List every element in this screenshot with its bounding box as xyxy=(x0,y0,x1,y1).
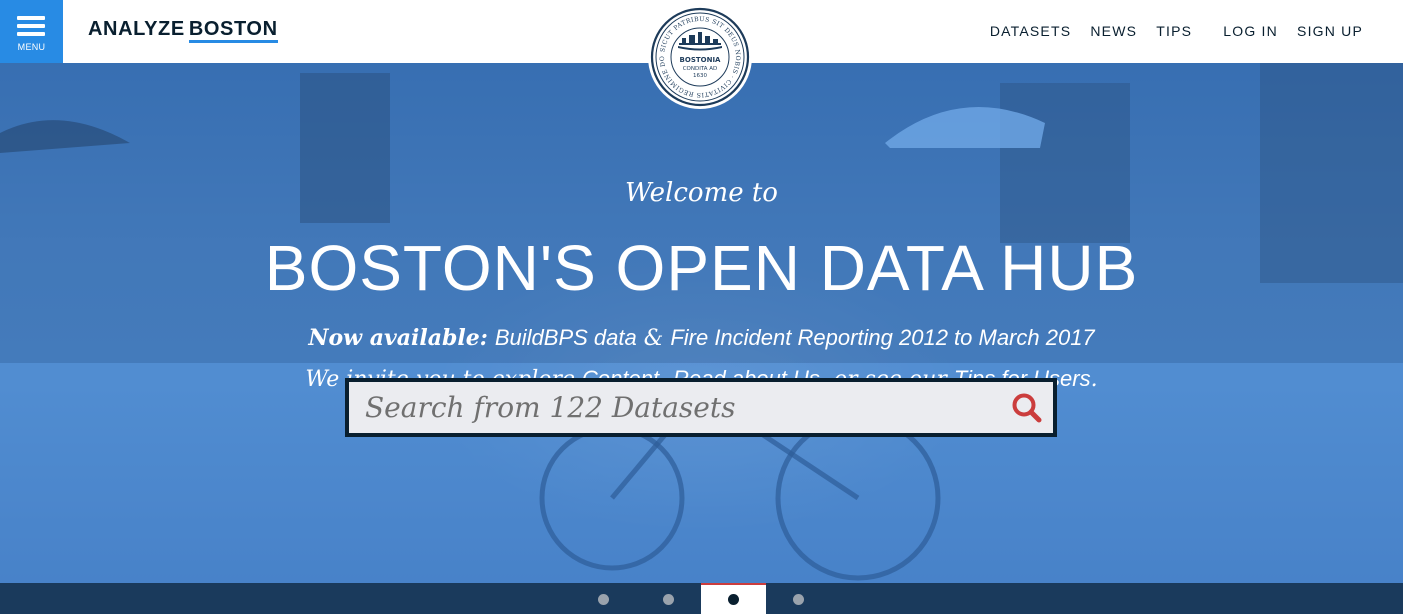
hero-banner: Welcome to BOSTON'S OPEN DATA HUB Now av… xyxy=(0,63,1403,583)
seal-center-line2: CONDITA AD xyxy=(683,66,718,72)
menu-label: MENU xyxy=(17,42,46,52)
dataset-search xyxy=(345,378,1057,437)
city-seal[interactable]: SICUT PATRIBUS SIT DEUS NOBIS · CIVITATI… xyxy=(648,5,752,109)
buildbps-link[interactable]: BuildBPS data xyxy=(495,325,637,350)
announce-lead: Now available: xyxy=(308,325,488,351)
page-title: BOSTON'S OPEN DATA HUB xyxy=(264,232,1139,304)
hero-background-photo xyxy=(0,63,1403,583)
announce-amp: & xyxy=(643,326,664,351)
search-button[interactable] xyxy=(1009,390,1045,426)
hamburger-icon xyxy=(17,16,45,40)
carousel-dot-3[interactable] xyxy=(701,583,766,614)
nav-datasets[interactable]: DATASETS xyxy=(990,23,1071,39)
nav-tips[interactable]: TIPS xyxy=(1156,23,1192,39)
welcome-text: Welcome to xyxy=(625,178,778,208)
announcement-line: Now available: BuildBPS data & Fire Inci… xyxy=(0,325,1403,351)
carousel-dot-2[interactable] xyxy=(636,583,701,614)
search-input[interactable] xyxy=(349,382,1053,433)
main-nav: DATASETS NEWS TIPS LOG IN SIGN UP xyxy=(990,23,1363,39)
nav-log-in[interactable]: LOG IN xyxy=(1223,23,1278,39)
nav-news[interactable]: NEWS xyxy=(1090,23,1137,39)
carousel-dot-1[interactable] xyxy=(571,583,636,614)
brand-boston: BOSTON xyxy=(188,18,278,43)
city-seal-icon: SICUT PATRIBUS SIT DEUS NOBIS · CIVITATI… xyxy=(648,5,750,107)
carousel-dot-4[interactable] xyxy=(766,583,831,614)
menu-button[interactable]: MENU xyxy=(0,0,63,63)
carousel-pagination xyxy=(0,583,1403,614)
seal-center-year: 1630 xyxy=(693,73,707,79)
search-icon xyxy=(1012,393,1042,423)
invite-end: . xyxy=(1090,367,1098,392)
brand-analyze: ANALYZE xyxy=(88,18,185,40)
site-logo[interactable]: ANALYZE BOSTON xyxy=(88,18,278,43)
seal-center-name: BOSTONIA xyxy=(680,56,722,64)
nav-sign-up[interactable]: SIGN UP xyxy=(1297,23,1363,39)
fire-incident-link[interactable]: Fire Incident Reporting 2012 to March 20… xyxy=(670,325,1094,350)
